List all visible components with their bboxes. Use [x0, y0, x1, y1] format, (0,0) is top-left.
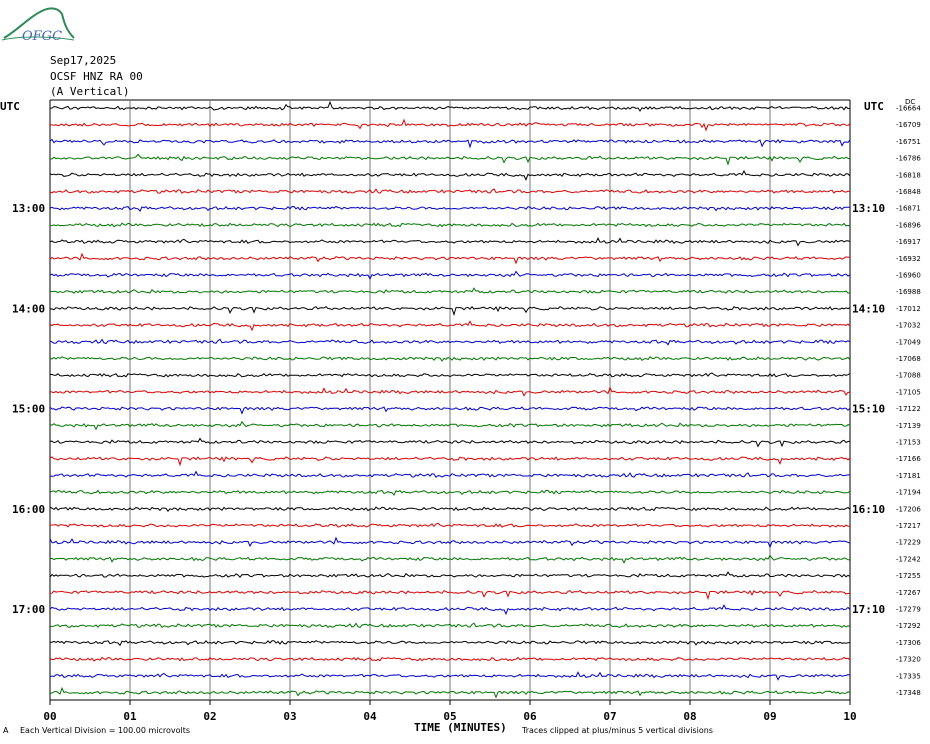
dc-offset-label: -17194 [896, 489, 921, 497]
x-tick-label: 00 [43, 710, 56, 723]
dc-offset-label: -17348 [896, 689, 921, 697]
dc-offset-label: -17012 [896, 305, 921, 313]
dc-offset-label: -16871 [896, 205, 921, 213]
dc-offset-label: -17306 [896, 639, 921, 647]
dc-offset-label: -17049 [896, 338, 921, 346]
dc-offset-label: -17292 [896, 622, 921, 630]
dc-offset-label: -16896 [896, 221, 921, 229]
dc-offset-label: -16988 [896, 288, 921, 296]
seismogram-plot: 00 01 02 03 04 05 06 07 08 09 10-16664-16709-16751… [12, 99, 921, 724]
x-tick-label: 06 [523, 710, 537, 723]
x-tick-label: 08 [683, 710, 696, 723]
dc-offset-label: -17335 [896, 672, 921, 680]
dc-offset-label: -17122 [896, 405, 921, 413]
dc-offset-label: -17320 [896, 656, 921, 664]
right-time-label: 15:10 [852, 403, 885, 416]
dc-offset-label: -17217 [896, 522, 921, 530]
left-time-label: 13:00 [12, 202, 45, 215]
dc-offset-label: -17181 [896, 472, 921, 480]
dc-offset-label: -17229 [896, 539, 921, 547]
dc-offset-label: -17279 [896, 606, 921, 614]
dc-offset-label: -17068 [896, 355, 921, 363]
dc-offset-label: -16960 [896, 272, 921, 280]
right-time-label: 16:10 [852, 503, 885, 516]
dc-offset-label: -16917 [896, 238, 921, 246]
x-tick-label: 04 [363, 710, 377, 723]
dc-offset-label: -16848 [896, 188, 921, 196]
right-time-label: 13:10 [852, 202, 885, 215]
x-tick-label: 02 [203, 710, 216, 723]
dc-offset-label: -16664 [896, 105, 921, 113]
dc-offset-label: -17166 [896, 455, 921, 463]
dc-offset-label: -17105 [896, 388, 921, 396]
dc-offset-label: -16818 [896, 171, 921, 179]
x-tick-label: 03 [283, 710, 296, 723]
left-time-label: 14:00 [12, 302, 45, 315]
dc-offset-label: -17242 [896, 555, 921, 563]
footer-mark: A [3, 726, 9, 735]
dc-offset-label: -17139 [896, 422, 921, 430]
x-tick-label: 10 [843, 710, 856, 723]
label-group: 00 01 02 03 04 05 06 07 08 09 10-16664-16709-16751… [12, 105, 921, 724]
dc-offset-label: -17088 [896, 372, 921, 380]
x-tick-label: 01 [123, 710, 137, 723]
dc-offset-label: -17032 [896, 322, 921, 330]
dc-offset-label: -16751 [896, 138, 921, 146]
dc-offset-label: -16709 [896, 121, 921, 129]
dc-offset-label: -17255 [896, 572, 921, 580]
right-time-label: 14:10 [852, 302, 885, 315]
dc-offset-label: -17153 [896, 439, 921, 447]
left-time-label: 15:00 [12, 403, 45, 416]
footer-scale-note: Each Vertical Division = 100.00 microvol… [20, 726, 191, 735]
right-time-label: 17:10 [852, 603, 885, 616]
x-tick-label: 07 [603, 710, 616, 723]
dc-offset-label: -16786 [896, 155, 921, 163]
dc-offset-label: -17267 [896, 589, 921, 597]
left-time-label: 17:00 [12, 603, 45, 616]
x-axis-title: TIME (MINUTES) [414, 721, 507, 734]
dc-offset-label: -17206 [896, 505, 921, 513]
footer-clip-note: Traces clipped at plus/minus 5 vertical … [522, 726, 713, 735]
x-tick-label: 09 [763, 710, 776, 723]
left-time-label: 16:00 [12, 503, 45, 516]
dc-offset-label: -16932 [896, 255, 921, 263]
